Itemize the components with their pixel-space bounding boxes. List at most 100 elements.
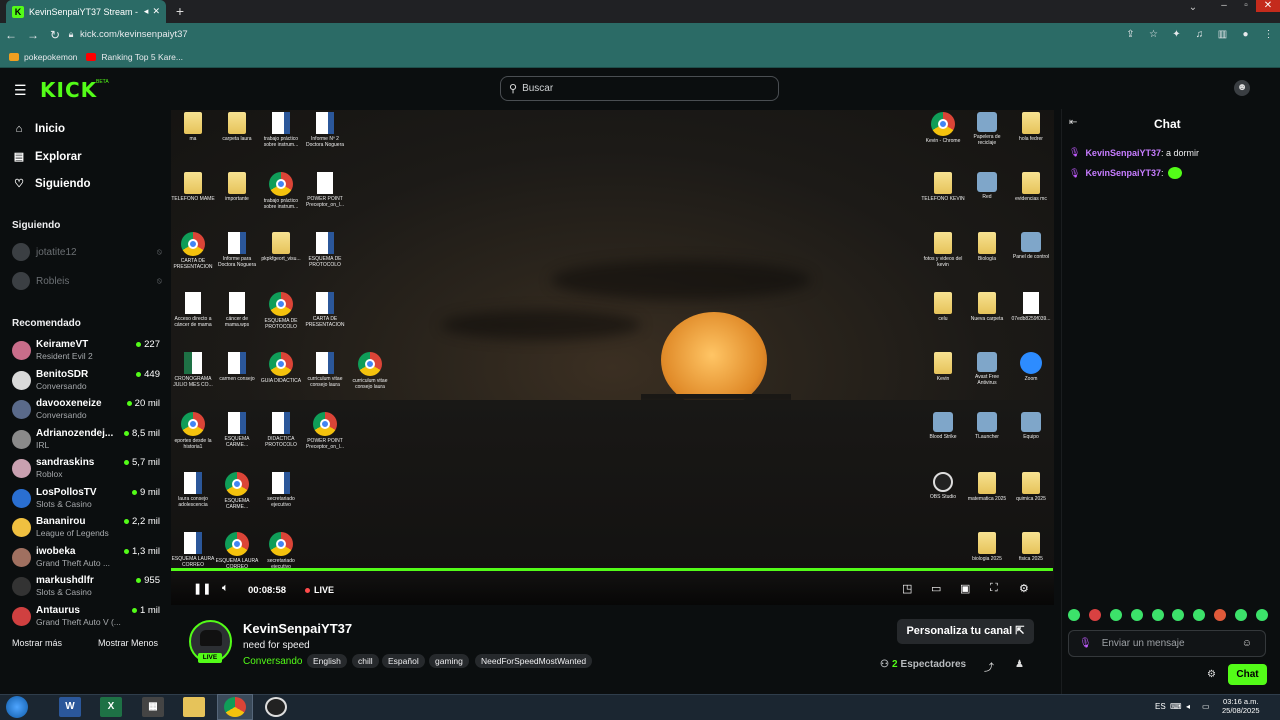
desktop-icon[interactable]: Zoom xyxy=(1009,352,1053,388)
more-menu-icon[interactable]: ⋮ xyxy=(1257,29,1280,40)
desktop-icon[interactable]: cáncer de mama.wps xyxy=(215,292,259,328)
sidebar-item-explorar[interactable]: ▤ Explorar xyxy=(12,150,82,164)
search-input[interactable] xyxy=(522,83,763,94)
emote-icon[interactable] xyxy=(1088,609,1101,621)
desktop-icon[interactable]: carpeta laura xyxy=(215,112,259,148)
desktop-icon[interactable]: curriculum vitae consejo laura xyxy=(303,352,347,388)
back-icon[interactable]: ← xyxy=(0,28,22,42)
emote-icon[interactable] xyxy=(1068,609,1080,621)
live-indicator[interactable]: LIVE xyxy=(305,585,334,595)
desktop-icon[interactable]: Blood Strike xyxy=(921,412,965,446)
minimize-button[interactable]: – xyxy=(1212,0,1236,12)
desktop-icon[interactable]: matematica 2025 xyxy=(965,472,1009,508)
network-icon[interactable]: ▭ xyxy=(1202,702,1210,711)
desktop-icon[interactable]: 07edb8259f039... xyxy=(1009,292,1053,328)
keyboard-icon[interactable]: ⌨ xyxy=(1170,702,1182,711)
url-text[interactable]: kick.com/kevinsenpaiyt37 xyxy=(80,29,188,40)
desktop-icon[interactable]: Red xyxy=(965,172,1009,206)
recommended-channel[interactable]: Antaurus Grand Theft Auto V (... 1 mil xyxy=(12,604,160,630)
sidebar-item-inicio[interactable]: ⌂ Inicio xyxy=(12,123,65,135)
desktop-icon[interactable]: fisica 2025 xyxy=(1009,532,1053,568)
hamburger-menu-icon[interactable]: ☰ xyxy=(14,82,27,99)
desktop-icon[interactable]: quimica 2025 xyxy=(1009,472,1053,508)
desktop-icon[interactable]: Kevin xyxy=(921,352,965,388)
reload-icon[interactable]: ↻ xyxy=(44,28,66,42)
desktop-icon[interactable]: hola fedrer xyxy=(1009,112,1053,148)
desktop-icon[interactable]: GUIA DIDACTICA xyxy=(259,352,303,390)
desktop-icon[interactable]: TLauncher xyxy=(965,412,1009,446)
volume-icon[interactable]: 🔈︎ xyxy=(222,582,229,595)
recommended-channel[interactable]: LosPollosTV Slots & Casino 9 mil xyxy=(12,486,160,512)
tab-close-icon[interactable]: ✕ xyxy=(152,6,160,17)
desktop-icon[interactable]: secretariado ejecutivo xyxy=(259,532,303,570)
desktop-icon[interactable]: CARTA DE PRESENTACION xyxy=(303,292,347,328)
desktop-icon[interactable]: ESQUEMA CARME... xyxy=(215,472,259,510)
desktop-icon[interactable]: ESQUEMA DE PROTOCOLO xyxy=(303,232,347,268)
following-item[interactable]: Robleis ⦸ xyxy=(12,272,162,290)
browser-tab[interactable]: K KevinSenpaiYT37 Stream - W ◂ ✕ xyxy=(6,0,166,23)
desktop-icon[interactable]: laura consejo adolescencia xyxy=(171,472,215,508)
word-taskbar-icon[interactable]: W xyxy=(59,697,81,717)
emote-icon[interactable] xyxy=(1172,609,1185,621)
tab-search-icon[interactable]: ⌄ xyxy=(1181,2,1205,14)
recommended-channel[interactable]: KeirameVT Resident Evil 2 227 xyxy=(12,338,160,364)
clock[interactable]: 03:16 a.m. 25/08/2025 xyxy=(1222,697,1260,715)
share-icon[interactable]: ⇪ xyxy=(1119,29,1142,40)
desktop-icon[interactable]: OBS Studio xyxy=(921,472,965,506)
recommended-channel[interactable]: markushdlfr Slots & Casino 955 xyxy=(12,574,160,600)
emote-icon[interactable] xyxy=(1235,609,1247,621)
desktop-icon[interactable]: ESQUEMA DE PROTOCOLO xyxy=(259,292,303,330)
desktop-icon[interactable]: DIDACTICA PROTOCOLO xyxy=(259,412,303,448)
language-indicator[interactable]: ES xyxy=(1155,702,1166,711)
bookmark-item[interactable]: pokepokemon xyxy=(9,52,77,62)
desktop-icon[interactable]: biologia 2025 xyxy=(965,532,1009,568)
desktop-icon[interactable]: fotos y videos del kevin xyxy=(921,232,965,268)
desktop-icon[interactable]: secretariado ejecutivo xyxy=(259,472,303,508)
desktop-icon[interactable]: ESQUEMA LAURA CORREO xyxy=(171,532,215,568)
volume-tray-icon[interactable]: ◂ xyxy=(1186,702,1190,711)
lock-icon[interactable]: 🔒︎ xyxy=(66,29,76,40)
clip-icon[interactable]: ▣ xyxy=(960,582,970,595)
sidepanel-icon[interactable]: ▥ xyxy=(1211,29,1234,40)
speaker-icon[interactable]: ◂ xyxy=(144,6,149,17)
window-close-button[interactable]: ✕ xyxy=(1256,0,1280,12)
desktop-icon[interactable]: curriculum vitae consejo laura xyxy=(348,352,392,390)
desktop-icon[interactable]: ESQUEMA LAURA CORREO xyxy=(215,532,259,570)
desktop-icon[interactable]: CARTA DE PRESENTACION xyxy=(171,232,215,270)
desktop-icon[interactable]: importante xyxy=(215,172,259,208)
collapse-chat-icon[interactable]: ⇤ xyxy=(1069,117,1077,128)
desktop-icon[interactable]: evidencias mc xyxy=(1009,172,1053,208)
emote-icon[interactable] xyxy=(1151,609,1164,621)
chat-input[interactable] xyxy=(1101,638,1242,649)
desktop-icon[interactable]: trabajo práctico sobre instrum... xyxy=(259,112,303,148)
bookmark-item[interactable]: Ranking Top 5 Kare... xyxy=(86,52,183,62)
excel-taskbar-icon[interactable]: X xyxy=(100,697,122,717)
emote-icon[interactable] xyxy=(1214,609,1227,621)
theater-icon[interactable]: ▭ xyxy=(931,582,941,595)
desktop-icon[interactable]: Avast Free Antivirus xyxy=(965,352,1009,386)
profile-icon[interactable]: ● xyxy=(1234,29,1257,40)
new-tab-button[interactable]: + xyxy=(172,3,188,19)
stream-tag[interactable]: NeedForSpeedMostWanted xyxy=(475,654,593,668)
recommended-channel[interactable]: davooxeneize Conversando 20 mil xyxy=(12,397,160,423)
desktop-icon[interactable]: Nueva carpeta xyxy=(965,292,1009,328)
emote-icon[interactable] xyxy=(1130,609,1143,621)
recommended-channel[interactable]: BenitoSDR Conversando 449 xyxy=(12,368,160,394)
stream-tag[interactable]: gaming xyxy=(429,654,469,668)
desktop-icon[interactable]: Informe Nº 2 Doctora Noguera xyxy=(303,112,347,148)
folder-taskbar-icon[interactable] xyxy=(183,697,205,717)
desktop-icon[interactable]: Acceso directo a cáncer de mama xyxy=(171,292,215,328)
desktop-icon[interactable]: TELEFONO KEVIN xyxy=(921,172,965,208)
desktop-icon[interactable]: carmen consejo xyxy=(215,352,259,388)
user-menu-icon[interactable]: ☻ xyxy=(1234,80,1250,96)
desktop-icon[interactable]: Kevin - Chrome xyxy=(921,112,965,150)
settings-gear-icon[interactable]: ⚙ xyxy=(1019,582,1029,595)
desktop-icon[interactable]: POWER POINT Preceptor_on_l... xyxy=(303,172,347,208)
emote-icon[interactable] xyxy=(1255,609,1268,621)
stream-tag[interactable]: Español xyxy=(382,654,425,668)
show-less-button[interactable]: Mostrar Menos xyxy=(98,638,158,648)
emote-icon[interactable] xyxy=(1193,609,1206,621)
desktop-icon[interactable]: CRONOGRAMA JULIO MES CO... xyxy=(171,352,215,388)
extensions-icon[interactable]: ✦ xyxy=(1165,29,1188,40)
desktop-icon[interactable]: Biología xyxy=(965,232,1009,268)
